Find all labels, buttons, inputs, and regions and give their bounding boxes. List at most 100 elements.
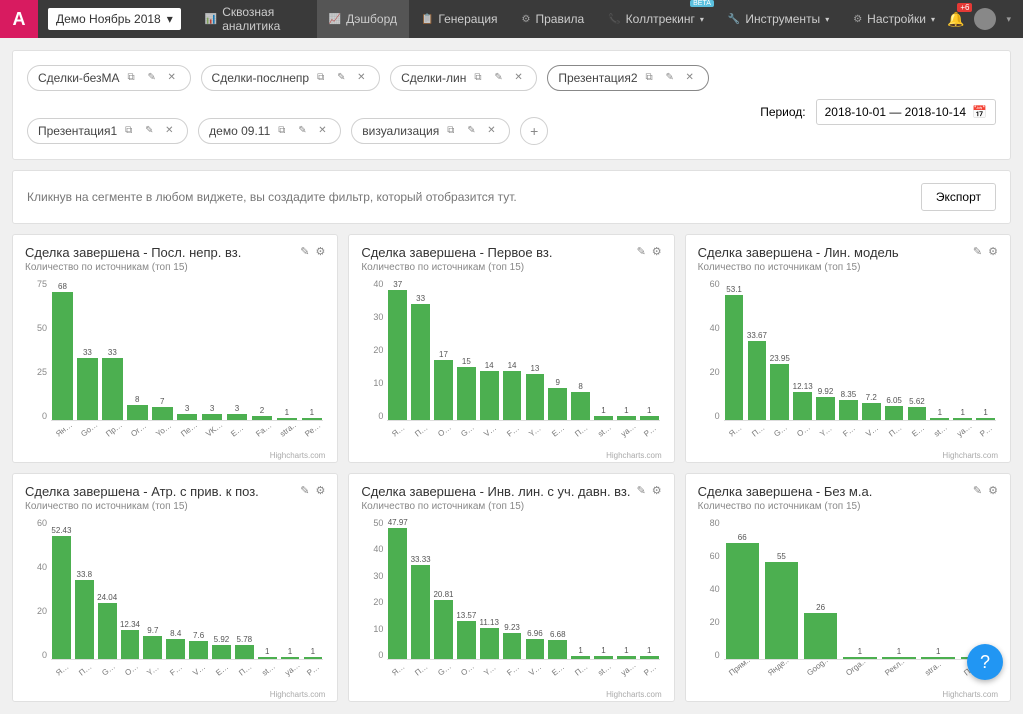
- bar[interactable]: 1: [302, 518, 323, 659]
- copy-icon[interactable]: ⧉: [317, 72, 329, 84]
- bar[interactable]: 1: [952, 279, 973, 420]
- dashboard-tab[interactable]: визуализация⧉✎✕: [351, 118, 510, 144]
- gear-icon[interactable]: ⚙: [988, 484, 998, 497]
- bar[interactable]: 13.57: [456, 518, 477, 659]
- edit-icon[interactable]: ✎: [298, 125, 310, 137]
- bar[interactable]: 1: [300, 279, 323, 420]
- bar[interactable]: 1: [880, 518, 917, 659]
- bar[interactable]: 66: [724, 518, 761, 659]
- bar[interactable]: 1: [593, 279, 614, 420]
- bar[interactable]: 3: [201, 279, 224, 420]
- gear-icon[interactable]: ⚙: [315, 245, 325, 258]
- bar[interactable]: 1: [257, 518, 278, 659]
- gear-icon[interactable]: ⚙: [315, 484, 325, 497]
- bar[interactable]: 5.92: [211, 518, 232, 659]
- copy-icon[interactable]: ⧉: [474, 72, 486, 84]
- dashboard-tab[interactable]: Сделки-безМА⧉✎✕: [27, 65, 191, 91]
- bar[interactable]: 12.34: [120, 518, 141, 659]
- edit-icon[interactable]: ✎: [494, 72, 506, 84]
- dashboard-tab[interactable]: Презентация1⧉✎✕: [27, 118, 188, 144]
- nav-item[interactable]: 📊Сквозная аналитика: [193, 0, 317, 38]
- close-icon[interactable]: ✕: [686, 72, 698, 84]
- bar[interactable]: 8: [126, 279, 149, 420]
- bar[interactable]: 14: [502, 279, 523, 420]
- bar[interactable]: 1: [275, 279, 298, 420]
- bar[interactable]: 7.6: [188, 518, 209, 659]
- logo[interactable]: A: [0, 0, 38, 38]
- copy-icon[interactable]: ⧉: [278, 125, 290, 137]
- bar[interactable]: 33.8: [74, 518, 95, 659]
- copy-icon[interactable]: ⧉: [125, 125, 137, 137]
- bar[interactable]: 5.62: [907, 279, 928, 420]
- nav-item[interactable]: 📞Коллтрекинг▾BETA: [596, 0, 716, 38]
- bar[interactable]: 1: [570, 518, 591, 659]
- bar[interactable]: 11.13: [479, 518, 500, 659]
- bar[interactable]: 3: [176, 279, 199, 420]
- bar[interactable]: 9.23: [502, 518, 523, 659]
- avatar[interactable]: [974, 8, 996, 30]
- bar[interactable]: 53.1: [724, 279, 745, 420]
- bar[interactable]: 9.92: [815, 279, 836, 420]
- edit-icon[interactable]: ✎: [637, 245, 646, 258]
- bar[interactable]: 6.96: [524, 518, 545, 659]
- bar[interactable]: 13: [524, 279, 545, 420]
- nav-item[interactable]: ⚙Правила: [510, 0, 597, 38]
- bar[interactable]: 26: [802, 518, 839, 659]
- bar[interactable]: 55: [763, 518, 800, 659]
- bar[interactable]: 33: [101, 279, 124, 420]
- edit-icon[interactable]: ✎: [148, 72, 160, 84]
- nav-item[interactable]: 🔧Инструменты▾: [716, 0, 841, 38]
- bar[interactable]: 6.05: [884, 279, 905, 420]
- bar[interactable]: 1: [975, 279, 996, 420]
- bar[interactable]: 24.04: [97, 518, 118, 659]
- bar[interactable]: 9: [547, 279, 568, 420]
- copy-icon[interactable]: ⧉: [447, 125, 459, 137]
- dashboard-tab[interactable]: Презентация2⧉✎✕: [547, 65, 708, 91]
- dashboard-tab[interactable]: Сделки-лин⧉✎✕: [390, 65, 537, 91]
- bar[interactable]: 14: [479, 279, 500, 420]
- bar[interactable]: 3: [226, 279, 249, 420]
- bar[interactable]: 68: [51, 279, 74, 420]
- bar[interactable]: 7: [151, 279, 174, 420]
- bar[interactable]: 1: [929, 279, 950, 420]
- close-icon[interactable]: ✕: [357, 72, 369, 84]
- bar[interactable]: 1: [593, 518, 614, 659]
- bar[interactable]: 1: [639, 518, 660, 659]
- gear-icon[interactable]: ⚙: [652, 245, 662, 258]
- bar[interactable]: 2: [251, 279, 274, 420]
- nav-item[interactable]: 📋Генерация: [409, 0, 510, 38]
- bar[interactable]: 15: [456, 279, 477, 420]
- edit-icon[interactable]: ✎: [337, 72, 349, 84]
- edit-icon[interactable]: ✎: [467, 125, 479, 137]
- bar[interactable]: 1: [616, 518, 637, 659]
- bar[interactable]: 33.67: [747, 279, 768, 420]
- copy-icon[interactable]: ⧉: [128, 72, 140, 84]
- bar[interactable]: 52.43: [51, 518, 72, 659]
- bar[interactable]: 8.35: [838, 279, 859, 420]
- edit-icon[interactable]: ✎: [300, 484, 309, 497]
- bar[interactable]: 5.78: [234, 518, 255, 659]
- add-tab-button[interactable]: +: [520, 117, 548, 145]
- bar[interactable]: 33.33: [410, 518, 431, 659]
- gear-icon[interactable]: ⚙: [988, 245, 998, 258]
- bar[interactable]: 23.95: [769, 279, 790, 420]
- close-icon[interactable]: ✕: [165, 125, 177, 137]
- bar[interactable]: 1: [920, 518, 957, 659]
- close-icon[interactable]: ✕: [487, 125, 499, 137]
- bar[interactable]: 12.13: [792, 279, 813, 420]
- bar[interactable]: 1: [639, 279, 660, 420]
- dashboard-tab[interactable]: Сделки-послнепр⧉✎✕: [201, 65, 381, 91]
- edit-icon[interactable]: ✎: [973, 245, 982, 258]
- help-fab[interactable]: ?: [967, 644, 1003, 680]
- notifications-icon[interactable]: 🔔 +6: [947, 11, 964, 28]
- bar[interactable]: 6.68: [547, 518, 568, 659]
- nav-item[interactable]: 📈Дэшборд: [317, 0, 409, 38]
- export-button[interactable]: Экспорт: [921, 183, 996, 211]
- bar[interactable]: 33: [410, 279, 431, 420]
- edit-icon[interactable]: ✎: [300, 245, 309, 258]
- bar[interactable]: 9.7: [142, 518, 163, 659]
- copy-icon[interactable]: ⧉: [646, 72, 658, 84]
- edit-icon[interactable]: ✎: [145, 125, 157, 137]
- close-icon[interactable]: ✕: [168, 72, 180, 84]
- close-icon[interactable]: ✕: [514, 72, 526, 84]
